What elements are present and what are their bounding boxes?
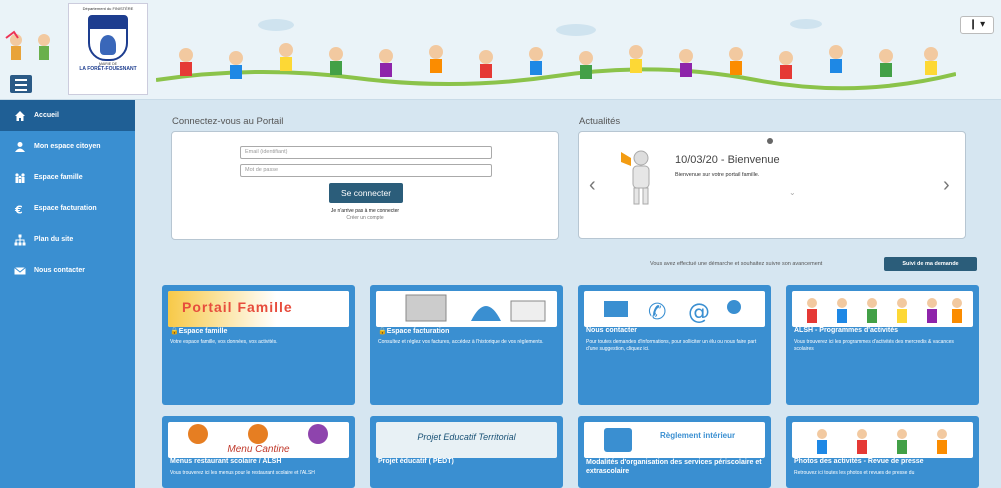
tile-description: Vous trouverez ici les menus pour le res…	[170, 470, 315, 476]
tile-photos[interactable]: Photos des activités - Revue de presse R…	[786, 416, 979, 488]
news-headline: 10/03/20 - Bienvenue	[675, 154, 780, 166]
sidebar-item-espace-famille[interactable]: Espace famille	[0, 162, 135, 193]
user-menu-button[interactable]: ❙ ▾	[960, 16, 994, 34]
kids-illustration	[5, 30, 50, 60]
children-illustration	[807, 298, 962, 323]
sidebar-item-label: Espace famille	[34, 174, 83, 181]
tile-projet-educatif[interactable]: Projet Educatif Territorial Projet éduca…	[370, 416, 563, 488]
family-icon	[15, 172, 25, 183]
tile-image-text: Règlement intérieur	[660, 431, 736, 440]
tile-image: Portail Famille	[168, 291, 349, 327]
tile-title: Modalités d'organisation des services pé…	[586, 459, 762, 476]
email-field[interactable]: Email (identifiant)	[240, 146, 492, 159]
chevron-down-icon: ⌄	[789, 188, 796, 197]
tile-title: Menus restaurant scolaire / ALSH	[170, 458, 282, 465]
tile-title: Projet éducatif ( PEDT)	[378, 458, 454, 465]
user-icon	[15, 141, 25, 152]
tile-title: Photos des activités - Revue de presse	[794, 458, 924, 465]
tile-title: ALSH - Programmes d'activités	[794, 327, 898, 334]
tile-image-text: Portail Famille	[182, 299, 293, 315]
tile-description: Pour toutes demandes d'informations, pou…	[586, 339, 757, 352]
logo-department: Département du FINISTÈRE	[82, 6, 134, 11]
logo-town: LA FORÊT-FOUESNANT	[79, 65, 137, 72]
sidebar: Accueil Mon espace citoyen Espace famill…	[0, 100, 135, 488]
tile-image: ✆ @	[584, 291, 765, 327]
sidebar-item-nous-contacter[interactable]: Nous contacter	[0, 255, 135, 286]
tile-menus[interactable]: Menu Cantine Menus restaurant scolaire /…	[162, 416, 355, 488]
tile-image: Menu Cantine	[168, 422, 349, 458]
tile-image-text: Projet Educatif Territorial	[417, 432, 516, 442]
tile-description: Vous trouverez ici les programmes d'acti…	[794, 339, 954, 352]
svg-text:€: €	[14, 203, 23, 215]
sidebar-item-label: Accueil	[34, 112, 59, 119]
tile-image	[792, 291, 973, 327]
crest-icon	[88, 15, 128, 61]
tile-image	[792, 422, 973, 458]
sidebar-item-label: Mon espace citoyen	[34, 143, 101, 150]
tile-image: Règlement intérieur	[584, 422, 765, 458]
tile-image: Projet Educatif Territorial	[376, 422, 557, 458]
sidebar-item-espace-facturation[interactable]: € Espace facturation	[0, 193, 135, 224]
carousel-indicator[interactable]	[767, 138, 773, 144]
town-logo[interactable]: Département du FINISTÈRE MAIRIE DE LA FO…	[68, 3, 148, 95]
contact-icons-illustration: ✆ @	[604, 300, 741, 325]
password-field[interactable]: Mot de passe	[240, 164, 492, 177]
menu-toggle-button[interactable]	[10, 75, 32, 93]
euro-icon: €	[14, 203, 23, 215]
tile-espace-facturation[interactable]: 🔒Espace facturation Consultez et réglez …	[370, 285, 563, 405]
sidebar-item-label: Plan du site	[34, 236, 74, 243]
tile-description: Retrouvez ici toutes les photos et revue…	[794, 470, 915, 476]
news-section-title: Actualités	[579, 116, 621, 127]
children-banner	[156, 19, 956, 91]
track-request-button[interactable]: Suivi de ma demande	[884, 257, 977, 271]
carousel-next-button[interactable]: ›	[943, 174, 950, 197]
login-button[interactable]: Se connecter	[329, 183, 403, 203]
megaphone-person-icon	[621, 150, 650, 205]
tile-title: 🔒Espace facturation	[378, 328, 450, 335]
carousel-prev-button[interactable]: ‹	[589, 174, 596, 197]
tile-espace-famille[interactable]: Portail Famille 🔒Espace famille Votre es…	[162, 285, 355, 405]
tile-nous-contacter[interactable]: ✆ @ Nous contacter Pour toutes demandes …	[578, 285, 771, 405]
create-account-link[interactable]: Créer un compte	[172, 215, 558, 221]
sidebar-item-label: Nous contacter	[34, 267, 85, 274]
home-icon	[15, 110, 25, 121]
tile-image	[376, 291, 557, 327]
tile-description: Consultez et réglez vos factures, accéde…	[378, 339, 544, 345]
sidebar-item-espace-citoyen[interactable]: Mon espace citoyen	[0, 131, 135, 162]
sidebar-item-accueil[interactable]: Accueil	[0, 100, 135, 131]
envelope-icon	[14, 266, 26, 274]
tile-modalites[interactable]: Règlement intérieur Modalités d'organisa…	[578, 416, 771, 488]
news-text: Bienvenue sur votre portail famille.	[675, 172, 760, 178]
tile-description: Votre espace famille, vos données, vos a…	[170, 339, 278, 345]
sidebar-item-label: Espace facturation	[34, 205, 97, 212]
header: Département du FINISTÈRE MAIRIE DE LA FO…	[0, 0, 1001, 100]
tile-image-text: Menu Cantine	[227, 444, 290, 455]
news-carousel: ‹ 10/03/20 - Bienvenue Bienvenue sur vot…	[578, 131, 966, 239]
tile-title: Nous contacter	[586, 327, 637, 334]
tile-alsh-programmes[interactable]: ALSH - Programmes d'activités Vous trouv…	[786, 285, 979, 405]
tile-title: 🔒Espace famille	[170, 328, 228, 335]
login-section-title: Connectez-vous au Portail	[172, 116, 284, 127]
login-card: Email (identifiant) Mot de passe Se conn…	[171, 131, 559, 240]
photos-illustration	[817, 429, 947, 454]
billing-illustration	[405, 294, 546, 322]
sidebar-item-plan-du-site[interactable]: Plan du site	[0, 224, 135, 255]
svg-text:✆: ✆	[648, 300, 666, 325]
forgot-login-link[interactable]: Je n'arrive pas à me connecter	[172, 208, 558, 214]
request-notice: Vous avez effectué une démarche et souha…	[650, 261, 823, 267]
sitemap-icon	[14, 234, 26, 245]
svg-text:@: @	[688, 300, 710, 325]
